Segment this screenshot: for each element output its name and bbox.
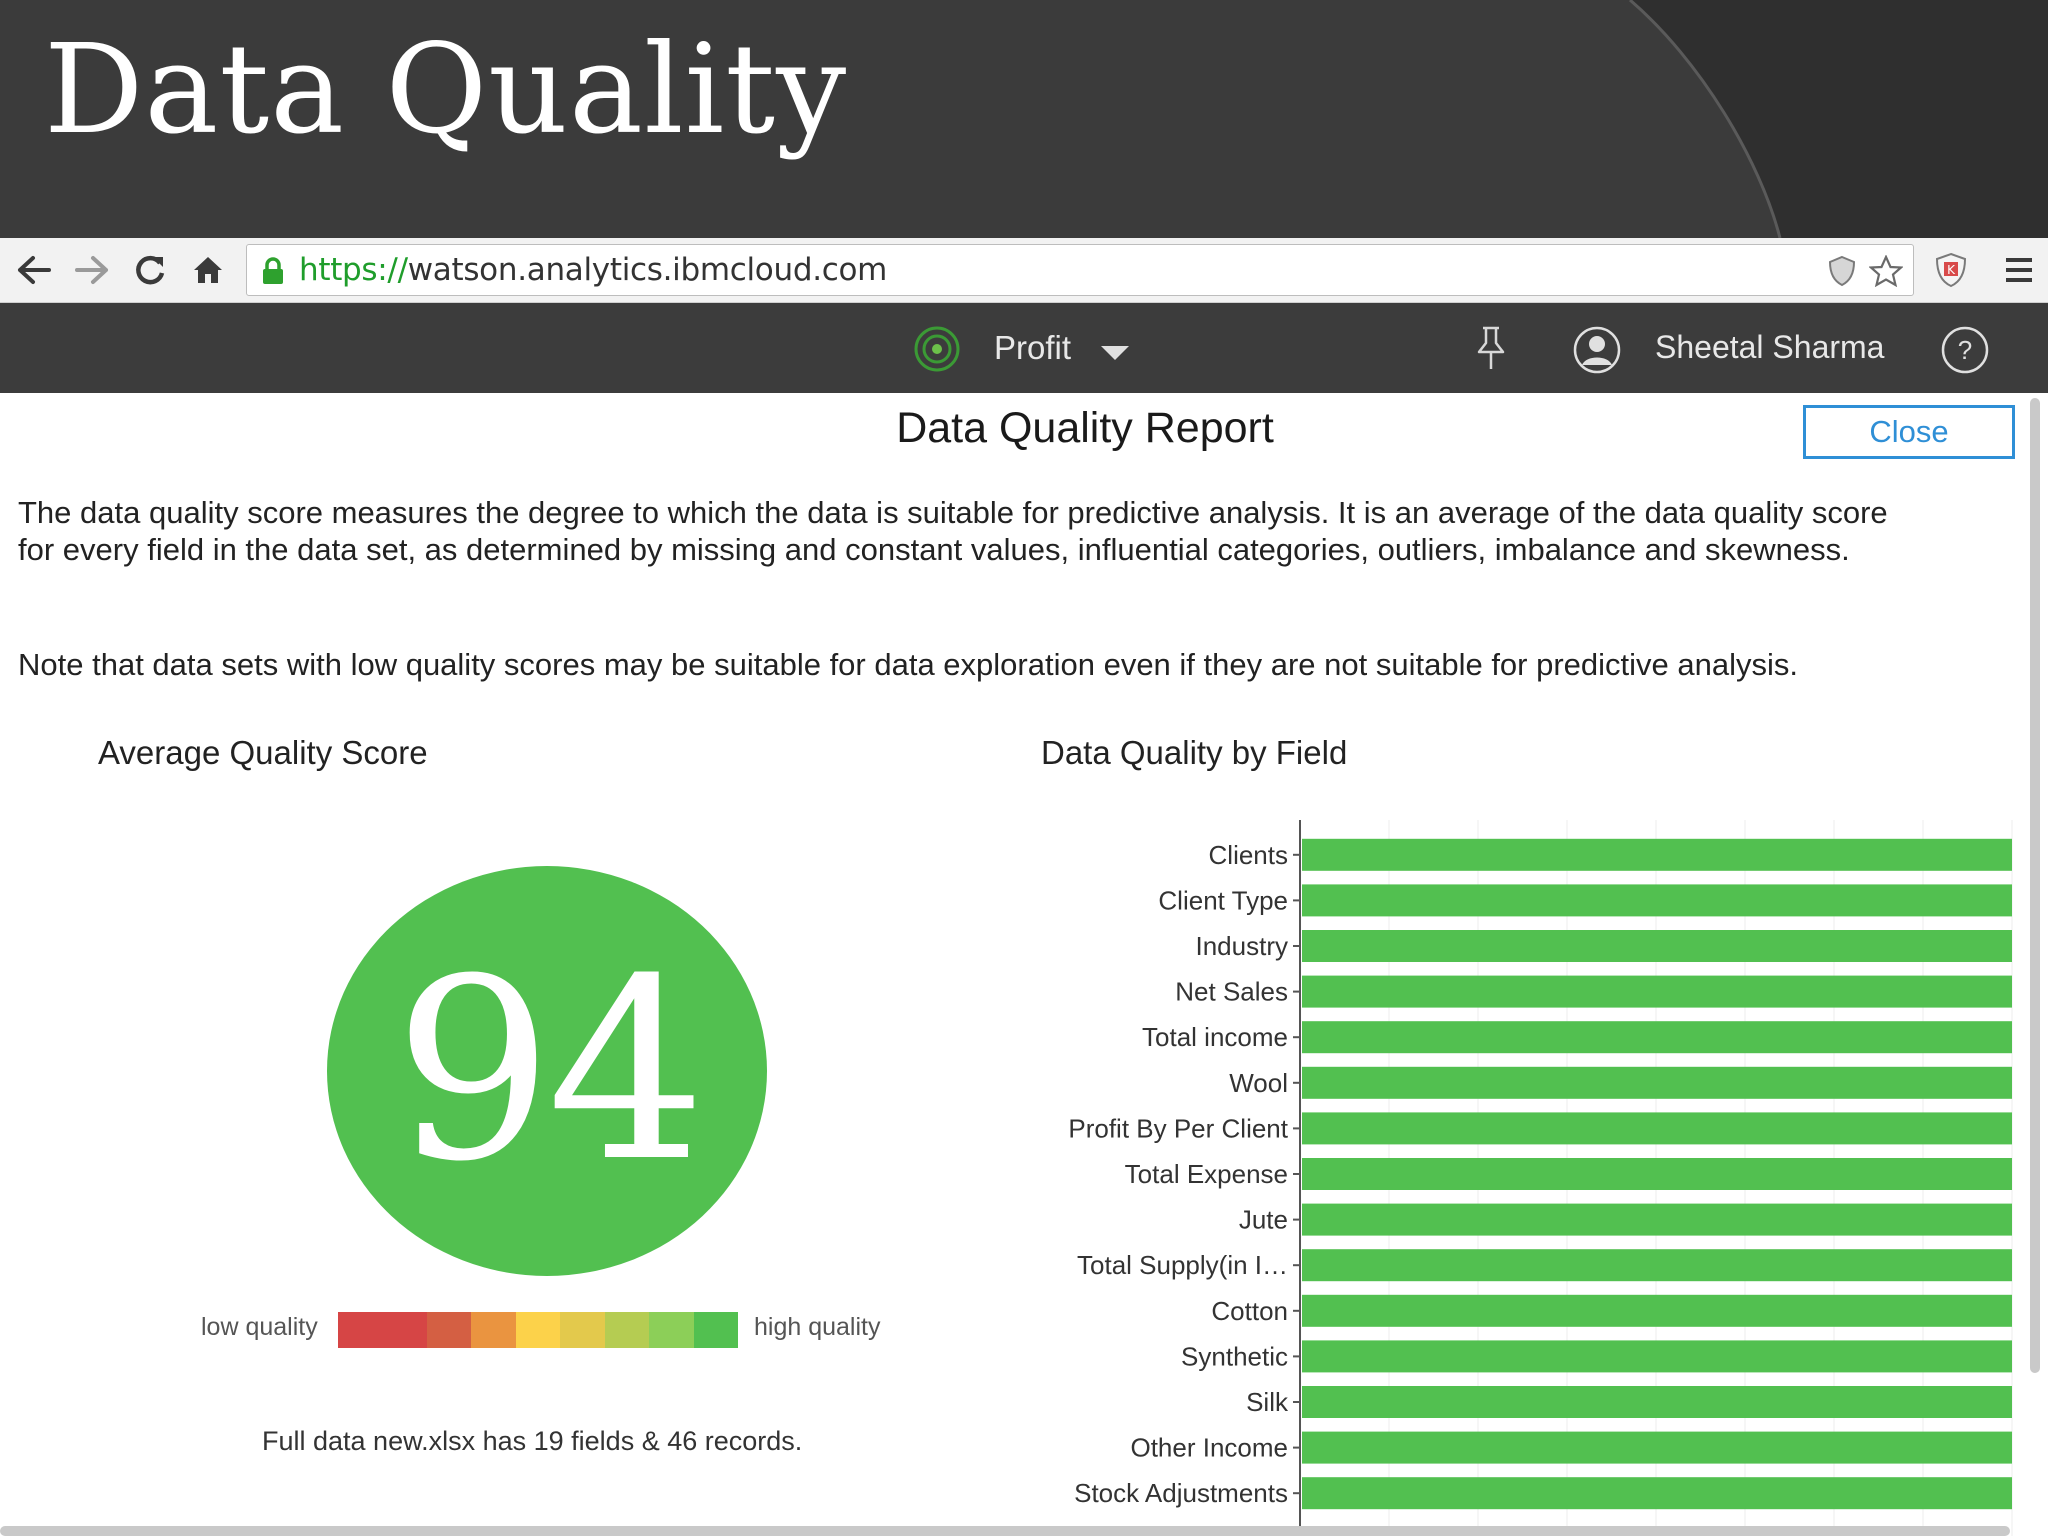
slide-title: Data Quality bbox=[44, 18, 848, 162]
address-bar[interactable]: https://watson.analytics.ibmcloud.com bbox=[246, 244, 1914, 296]
average-score-title: Average Quality Score bbox=[98, 734, 428, 771]
menu-icon[interactable] bbox=[2004, 252, 2034, 288]
field-bar[interactable] bbox=[1302, 1386, 2012, 1418]
dataset-info: Full data new.xlsx has 19 fields & 46 re… bbox=[262, 1426, 803, 1456]
field-label: Net Sales bbox=[1175, 977, 1288, 1007]
description-line-2: for every field in the data set, as dete… bbox=[18, 532, 1850, 567]
field-bar[interactable] bbox=[1302, 975, 2012, 1008]
field-bar[interactable] bbox=[1302, 1431, 2012, 1464]
description-line-1: The data quality score measures the degr… bbox=[18, 495, 1888, 530]
field-chart-title: Data Quality by Field bbox=[1041, 734, 1348, 771]
field-label: Total Expense bbox=[1125, 1159, 1288, 1189]
reload-icon[interactable] bbox=[128, 248, 172, 292]
score-circle: 94 bbox=[327, 866, 767, 1276]
field-label: Silk bbox=[1246, 1387, 1289, 1417]
field-label: Client Type bbox=[1158, 885, 1288, 915]
field-bar[interactable] bbox=[1302, 838, 2012, 871]
field-bar[interactable] bbox=[1302, 930, 2012, 962]
close-button[interactable]: Close bbox=[1803, 405, 2015, 459]
field-bar[interactable] bbox=[1302, 1249, 2012, 1282]
field-bar[interactable] bbox=[1302, 1021, 2012, 1054]
legend-swatch bbox=[515, 1312, 561, 1348]
legend-swatch bbox=[426, 1312, 472, 1348]
field-label: Total income bbox=[1142, 1022, 1288, 1052]
report-title: Data Quality Report bbox=[896, 404, 1274, 452]
back-arrow-icon[interactable] bbox=[12, 248, 56, 292]
field-label: Synthetic bbox=[1181, 1341, 1288, 1371]
legend-swatch bbox=[604, 1312, 650, 1348]
vertical-scrollbar[interactable] bbox=[2030, 398, 2040, 1373]
legend-high-label: high quality bbox=[754, 1313, 881, 1341]
field-label: Clients bbox=[1209, 840, 1288, 870]
app-header: Profit Sheetal Sharma ? bbox=[0, 303, 2048, 393]
url-host: watson.analytics.ibmcloud.com bbox=[407, 252, 888, 288]
lock-icon bbox=[263, 257, 283, 284]
legend-low-label: low quality bbox=[201, 1313, 318, 1341]
quality-legend: low quality high quality bbox=[0, 1310, 1000, 1350]
legend-swatch bbox=[471, 1312, 516, 1348]
field-bar[interactable] bbox=[1302, 1158, 2012, 1190]
field-label: Stock Adjustments bbox=[1074, 1478, 1288, 1508]
home-icon[interactable] bbox=[186, 248, 230, 292]
field-bar[interactable] bbox=[1302, 1477, 2012, 1510]
field-bar[interactable] bbox=[1302, 1294, 2012, 1327]
star-icon[interactable] bbox=[1869, 255, 1903, 287]
score-value: 94 bbox=[393, 925, 706, 1216]
horizontal-scrollbar[interactable] bbox=[0, 1526, 2010, 1536]
pin-icon[interactable] bbox=[1474, 325, 1508, 371]
field-bar[interactable] bbox=[1302, 1112, 2012, 1145]
url-text: https://watson.analytics.ibmcloud.com bbox=[299, 252, 887, 288]
chevron-down-icon[interactable] bbox=[1100, 345, 1130, 361]
help-label: ? bbox=[1958, 335, 1972, 365]
field-bar[interactable] bbox=[1302, 1203, 2012, 1236]
field-quality-chart: Clients Client Type Industry Net Sales Total… bbox=[1068, 820, 2013, 1536]
legend-swatch bbox=[649, 1312, 694, 1348]
browser-toolbar: https://watson.analytics.ibmcloud.com K bbox=[0, 238, 2048, 303]
forward-arrow-icon[interactable] bbox=[70, 248, 114, 292]
field-label: Jute bbox=[1239, 1205, 1288, 1235]
help-icon[interactable]: ? bbox=[1940, 325, 1990, 375]
field-bar[interactable] bbox=[1302, 884, 2012, 917]
field-label: Other Income bbox=[1130, 1433, 1288, 1463]
report-note: Note that data sets with low quality sco… bbox=[18, 647, 1799, 682]
shield-icon[interactable] bbox=[1827, 255, 1857, 287]
watson-analytics-logo-icon[interactable] bbox=[912, 325, 962, 373]
app-name[interactable]: Profit bbox=[994, 329, 1071, 367]
legend-color-scale bbox=[338, 1312, 738, 1348]
field-label: Total Supply(in I… bbox=[1077, 1250, 1288, 1280]
legend-swatch bbox=[382, 1312, 427, 1348]
user-name[interactable]: Sheetal Sharma bbox=[1655, 329, 1884, 366]
field-label: Wool bbox=[1229, 1068, 1288, 1098]
field-label: Cotton bbox=[1211, 1296, 1288, 1326]
field-bar[interactable] bbox=[1302, 1066, 2012, 1099]
user-avatar-icon[interactable] bbox=[1572, 325, 1622, 375]
legend-swatch bbox=[338, 1312, 383, 1348]
field-label: Industry bbox=[1196, 931, 1289, 961]
svg-text:K: K bbox=[1947, 263, 1956, 277]
extension-icon[interactable]: K bbox=[1934, 252, 1968, 288]
field-label: Profit By Per Client bbox=[1068, 1113, 1288, 1143]
slide-title-band: Data Quality bbox=[0, 0, 2048, 238]
legend-swatch bbox=[693, 1312, 738, 1348]
field-bar[interactable] bbox=[1302, 1340, 2012, 1373]
legend-swatch bbox=[560, 1312, 605, 1348]
url-scheme: https:// bbox=[299, 252, 408, 288]
report-description: The data quality score measures the degr… bbox=[18, 494, 2028, 568]
